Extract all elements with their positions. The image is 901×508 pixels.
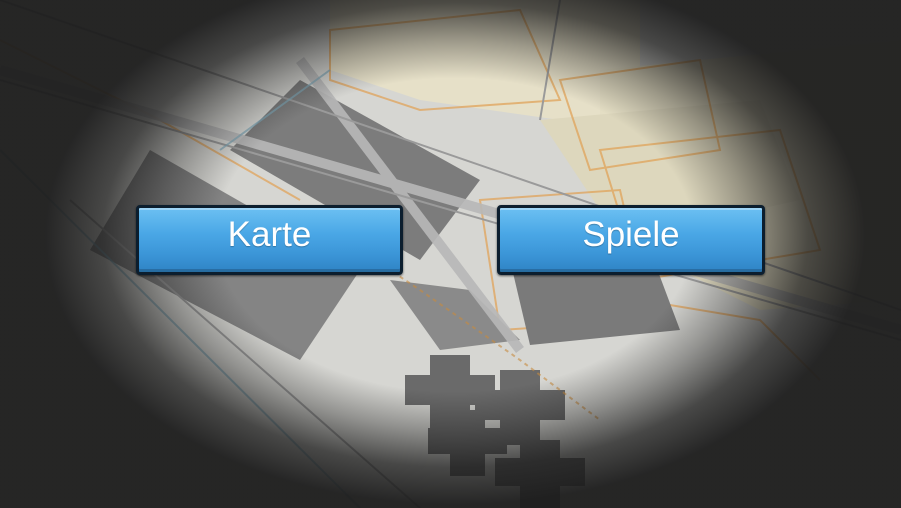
main-menu-screen: Karte Spiele	[0, 0, 901, 508]
karte-button[interactable]: Karte	[136, 205, 403, 275]
spiele-button[interactable]: Spiele	[497, 205, 765, 275]
spiele-button-label: Spiele	[582, 215, 680, 254]
karte-button-label: Karte	[227, 215, 312, 254]
